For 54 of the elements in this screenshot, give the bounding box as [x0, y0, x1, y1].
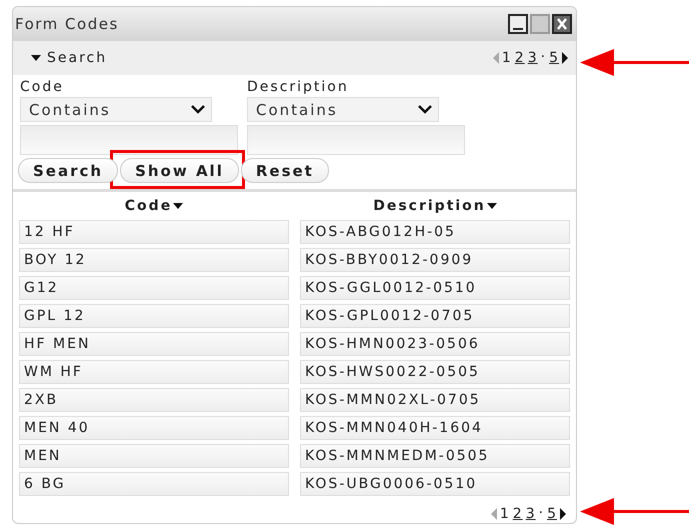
- search-toggle[interactable]: Search: [31, 50, 108, 66]
- input-field[interactable]: [20, 125, 238, 155]
- page-link[interactable]: 1: [500, 506, 510, 522]
- table-cell: WM HF: [19, 360, 289, 384]
- table-cell: 6 BG: [19, 472, 289, 496]
- page-gap: .: [538, 501, 544, 517]
- table-cell: KOS-UBG0006-0510: [300, 472, 570, 496]
- table-cell: HF MEN: [19, 332, 289, 356]
- sort-icon: [486, 203, 497, 209]
- operator-dropdown[interactable]: Contains: [20, 97, 212, 122]
- page-link[interactable]: 5: [549, 50, 559, 66]
- page-link[interactable]: 3: [528, 50, 538, 66]
- table-cell: GPL 12: [19, 304, 289, 328]
- action-button[interactable]: Reset: [240, 158, 329, 183]
- page-link[interactable]: 1: [502, 50, 512, 66]
- table-cell: KOS-GPL0012-0705: [300, 304, 570, 328]
- table-cell: BOY 12: [19, 248, 289, 272]
- table-cell: KOS-HMN0023-0506: [300, 332, 570, 356]
- table-cell: MEN: [19, 444, 289, 468]
- column-header[interactable]: Code: [19, 196, 289, 216]
- input-field[interactable]: [247, 125, 465, 155]
- table-cell: KOS-MMNMEDM-0505: [300, 444, 570, 468]
- sort-icon: [173, 203, 184, 209]
- action-button[interactable]: Search: [18, 158, 118, 183]
- close-button[interactable]: [552, 14, 572, 34]
- chevron-down-icon: [191, 105, 205, 114]
- close-icon: [556, 16, 568, 32]
- page-link[interactable]: 5: [547, 506, 557, 522]
- table-cell: G12: [19, 276, 289, 300]
- next-page-icon[interactable]: [560, 508, 566, 520]
- page-gap: .: [540, 45, 546, 61]
- column-header[interactable]: Description: [300, 196, 570, 216]
- next-page-icon[interactable]: [562, 52, 568, 64]
- action-button[interactable]: Show All: [120, 158, 239, 183]
- table-cell: KOS-MMN02XL-0705: [300, 388, 570, 412]
- table-cell: 2XB: [19, 388, 289, 412]
- caret-icon: [31, 55, 41, 61]
- operator-dropdown[interactable]: Contains: [247, 97, 439, 122]
- table-cell: KOS-GGL0012-0510: [300, 276, 570, 300]
- page-link[interactable]: 2: [514, 50, 525, 66]
- page-link[interactable]: 2: [512, 506, 523, 522]
- page-link[interactable]: 3: [526, 506, 536, 522]
- table-cell: 12 HF: [19, 220, 289, 244]
- table-cell: MEN 40: [19, 416, 289, 440]
- table-cell: KOS-ABG012H-05: [300, 220, 570, 244]
- field-label: Code: [20, 79, 65, 97]
- window-title: Form Codes: [15, 15, 119, 33]
- table-cell: KOS-BBY0012-0909: [300, 248, 570, 272]
- table-cell: KOS-MMN040H-1604: [300, 416, 570, 440]
- chevron-down-icon: [418, 105, 432, 114]
- minimize-icon: [513, 27, 523, 32]
- table-cell: KOS-HWS0022-0505: [300, 360, 570, 384]
- field-label: Description: [247, 79, 350, 97]
- minimize-button[interactable]: [508, 14, 528, 34]
